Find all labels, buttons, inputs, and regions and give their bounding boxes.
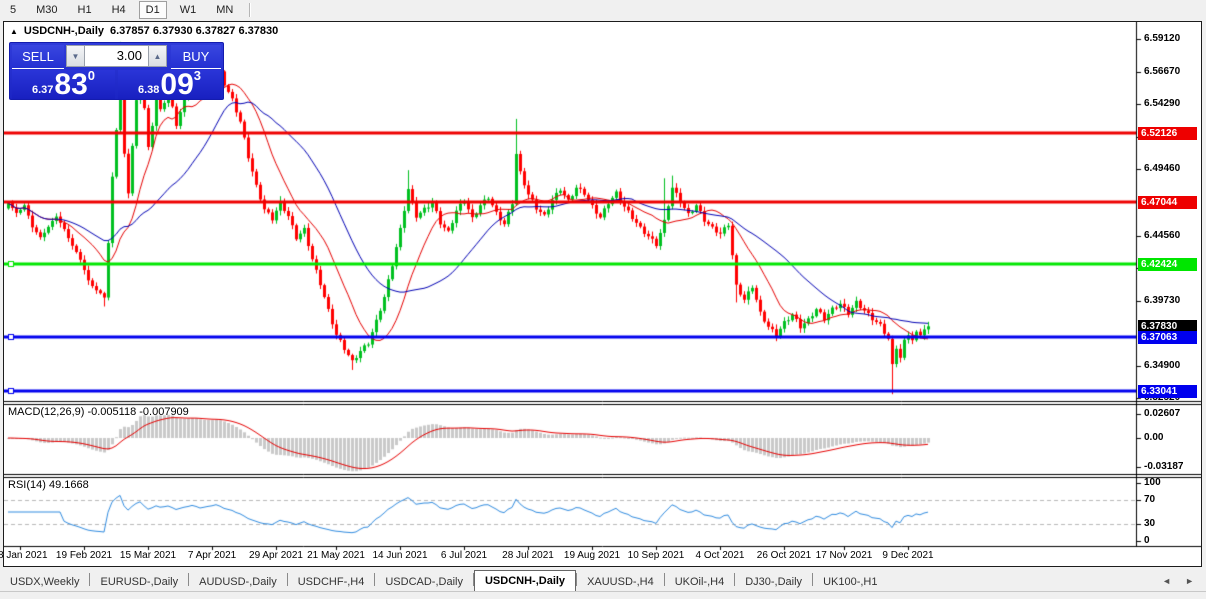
tab-xauusd-h4[interactable]: XAUUSD-,H4 [577, 572, 664, 591]
date-tick-label: 17 Nov 2021 [815, 550, 873, 561]
rsi-indicator-label: RSI(14) 49.1668 [8, 479, 89, 491]
one-click-trade-panel: SELL ▼ 3.00 ▲ BUY 6.37 83 0 6.38 09 3 [9, 42, 224, 100]
collapse-panel-icon[interactable]: ▲ [10, 27, 18, 36]
volume-stepper: ▼ 3.00 ▲ [66, 45, 167, 67]
mt4-terminal: { "toolbar":{"items":["5","M30","H1","H4… [0, 0, 1206, 599]
price-tick-label: 6.34900 [1144, 359, 1181, 371]
price-chart-plot[interactable] [4, 22, 1201, 566]
date-tick-label: 6 Jul 2021 [440, 550, 488, 561]
date-tick-label: 15 Mar 2021 [119, 550, 177, 561]
sell-price-prefix: 6.37 [31, 84, 54, 96]
chart-window: ▲ USDCNH-,Daily 6.37857 6.37930 6.37827 … [0, 21, 1202, 567]
price-tick-label: 6.54290 [1144, 98, 1181, 110]
date-tick-label: 14 Jun 2021 [372, 550, 428, 561]
tab-scroll-buttons: ◄ ► [1162, 576, 1206, 591]
timeframe-toolbar: 5 M30 H1 H4 D1 W1 MN [0, 0, 1206, 20]
sell-button[interactable]: SELL [12, 45, 64, 69]
tab-dj30-daily[interactable]: DJ30-,Daily [735, 572, 812, 591]
volume-decrease-icon[interactable]: ▼ [66, 45, 85, 67]
tab-eurusd-daily[interactable]: EURUSD-,Daily [90, 572, 188, 591]
price-level-badge: 6.42424 [1138, 258, 1197, 272]
toolbar-separator [249, 3, 252, 17]
rsi-tick-label: 70 [1144, 494, 1156, 506]
price-tick-label: 6.44560 [1144, 229, 1181, 241]
price-level-badge: 6.47044 [1138, 195, 1197, 209]
date-tick-label: 9 Dec 2021 [882, 550, 934, 561]
tab-audusd-daily[interactable]: AUDUSD-,Daily [189, 572, 287, 591]
date-tick-label: 21 May 2021 [307, 550, 365, 561]
macd-indicator-label: MACD(12,26,9) -0.005118 -0.007909 [8, 406, 189, 418]
price-level-badge: 6.52126 [1138, 127, 1197, 141]
date-tick-label: 7 Apr 2021 [187, 550, 237, 561]
buy-price-prefix: 6.38 [137, 84, 160, 96]
buy-price-sup: 3 [193, 68, 202, 83]
tab-scroll-left-icon[interactable]: ◄ [1162, 576, 1171, 586]
date-tick-label: 19 Aug 2021 [563, 550, 621, 561]
date-tick-label: 29 Apr 2021 [249, 550, 303, 561]
price-tick-label: 6.59120 [1144, 33, 1181, 44]
tab-ukoil-h4[interactable]: UKOil-,H4 [665, 572, 735, 591]
timeframe-button-d1[interactable]: D1 [138, 1, 167, 19]
price-level-badge: 6.33041 [1138, 384, 1197, 398]
macd-tick-label: 0.00 [1144, 432, 1164, 443]
price-level-badge: 6.37063 [1138, 330, 1197, 344]
price-tick-label: 6.56670 [1144, 66, 1181, 78]
tab-usdcad-daily[interactable]: USDCAD-,Daily [375, 572, 473, 591]
timeframe-button-w1[interactable]: W1 [173, 1, 204, 19]
macd-tick-label: -0.03187 [1144, 461, 1184, 473]
rsi-tick-label: 0 [1144, 535, 1150, 546]
chart-ohlc-values: 6.37857 6.37930 6.37827 6.37830 [110, 25, 279, 37]
date-tick-label: 10 Sep 2021 [627, 550, 685, 561]
tab-scroll-right-icon[interactable]: ► [1185, 576, 1194, 586]
timeframe-button-h4[interactable]: H4 [105, 1, 133, 19]
timeframe-button-mn[interactable]: MN [209, 1, 240, 19]
volume-value[interactable]: 3.00 [85, 45, 148, 67]
tab-usdchf-h4[interactable]: USDCHF-,H4 [288, 572, 375, 591]
trade-panel-controls: SELL ▼ 3.00 ▲ BUY [12, 45, 221, 69]
volume-increase-icon[interactable]: ▲ [148, 45, 167, 67]
tab-usdx-weekly[interactable]: USDX,Weekly [0, 572, 89, 591]
sell-price-sup: 0 [87, 68, 96, 83]
tab-uk100-h1[interactable]: UK100-,H1 [813, 572, 887, 591]
chart-title: ▲ USDCNH-,Daily 6.37857 6.37930 6.37827 … [10, 25, 278, 37]
rsi-tick-label: 30 [1144, 517, 1156, 529]
buy-button[interactable]: BUY [171, 45, 221, 69]
date-tick-label: 26 Oct 2021 [756, 550, 812, 561]
tab-usdcnh-daily[interactable]: USDCNH-,Daily [473, 570, 577, 592]
sell-price-display[interactable]: 6.37 83 0 [12, 68, 115, 101]
macd-tick-label: 0.02607 [1144, 407, 1181, 419]
date-tick-label: 4 Oct 2021 [695, 550, 745, 561]
chart-tab-bar: USDX,Weekly EURUSD-,Daily AUDUSD-,Daily USD… [0, 569, 1206, 592]
buy-price-big: 09 [160, 68, 194, 101]
date-tick-label: 19 Feb 2021 [55, 550, 113, 561]
chart-symbol-period: USDCNH-,Daily [23, 25, 104, 37]
timeframe-button-h1[interactable]: H1 [71, 1, 99, 19]
price-tick-label: 6.49460 [1144, 163, 1181, 175]
price-tick-label: 6.39730 [1144, 294, 1181, 306]
buy-price-display[interactable]: 6.38 09 3 [118, 68, 221, 101]
trade-panel-prices: 6.37 83 0 6.38 09 3 [12, 68, 221, 101]
timeframe-button-5[interactable]: 5 [3, 1, 23, 19]
date-tick-label: 28 Jan 2021 [0, 550, 48, 561]
sell-price-big: 83 [54, 68, 88, 101]
timeframe-button-m30[interactable]: M30 [29, 1, 64, 19]
rsi-tick-label: 100 [1144, 477, 1161, 488]
date-tick-label: 28 Jul 2021 [502, 550, 554, 561]
